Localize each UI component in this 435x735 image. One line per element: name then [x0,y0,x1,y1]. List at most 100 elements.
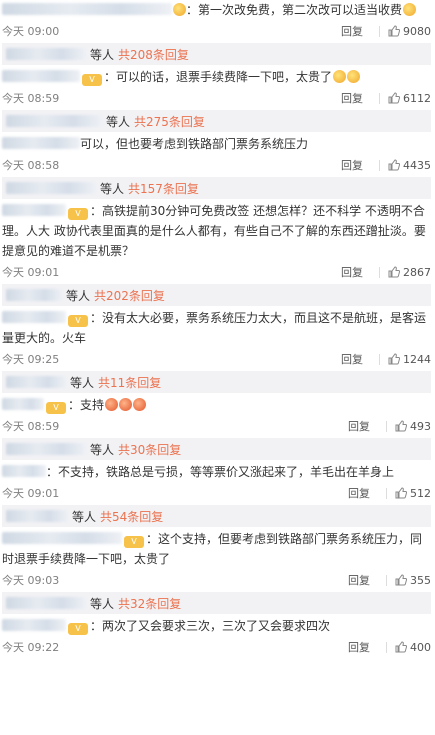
username-blurred[interactable] [2,204,66,216]
reply-button[interactable]: 回复 [341,264,363,280]
comment-feed: ：第一次改免费，第二次改可以适当收费 今天 09:00 回复 9080 等人 共2… [0,0,435,658]
comment-body: V ：支持 [2,395,431,415]
like-count: 493 [410,419,431,433]
comment-body: V ：两次了又会要求三次，三次了又会要求四次 [2,616,431,636]
comment-meta: 今天 09:01 回复 512 [2,482,431,504]
reply-thread-bar[interactable]: 等人 共54条回复 [2,505,431,527]
thumbs-up-icon [395,487,407,499]
like-button[interactable]: 2867 [388,266,431,279]
comment-item: ：第一次改免费，第二次改可以适当收费 今天 09:00 回复 9080 等人 共2… [0,0,435,65]
comment-meta: 今天 09:22 回复 400 [2,636,431,658]
reply-count-link[interactable]: 共275条回复 [134,113,205,130]
like-button[interactable]: 1244 [388,353,431,366]
comment-item: V ：没有太大必要，票务系统压力太大，而且这不是航班，是客运量更大的。火车 今天 … [0,308,435,393]
vip-badge-icon: V [68,315,88,327]
username-blurred[interactable] [2,3,172,15]
thumbs-up-icon [388,266,400,278]
reply-count-link[interactable]: 共54条回复 [100,508,163,525]
like-count: 512 [410,486,431,500]
thread-prefix: 等人 [90,442,115,457]
comment-item: 可以，但也要考虑到铁路部门票务系统压力 今天 08:58 回复 4435 等人共… [0,134,435,199]
reply-count-link[interactable]: 共11条回复 [98,374,161,391]
thread-prefix: 等人 [70,375,95,390]
like-button[interactable]: 355 [395,574,431,587]
divider [386,420,387,432]
reply-count-link[interactable]: 共32条回复 [118,595,181,612]
thumbs-up-icon [395,574,407,586]
vip-badge-icon: V [124,536,144,548]
comment-meta: 今天 09:25 回复 1244 [2,348,431,370]
reply-button[interactable]: 回复 [348,639,370,655]
divider [379,92,380,104]
emoji-icon [105,398,119,411]
thumbs-up-icon [395,641,407,653]
vip-badge-icon: V [82,74,102,86]
thread-prefix: 等人 [100,181,125,196]
comment-text: ：可以的话，退票手续费降一下吧，太贵了 [104,70,333,84]
divider [386,574,387,586]
thumbs-up-icon [388,353,400,365]
reply-button[interactable]: 回复 [348,418,370,434]
divider [379,266,380,278]
thread-prefix: 等人 [90,596,115,611]
reply-thread-bar[interactable]: 等人 共11条回复 [2,371,431,393]
divider [379,159,380,171]
comment-meta: 今天 08:58 回复 4435 [2,154,431,176]
username-blurred[interactable] [2,619,66,631]
thumbs-up-icon [395,420,407,432]
comment-meta: 今天 08:59 回复 6112 [2,87,431,109]
like-button[interactable]: 6112 [388,92,431,105]
thumbs-up-icon [388,25,400,37]
username-blurred[interactable] [2,137,80,149]
like-button[interactable]: 493 [395,420,431,433]
reply-count-link[interactable]: 共157条回复 [128,180,199,197]
reply-button[interactable]: 回复 [348,485,370,501]
reply-button[interactable]: 回复 [341,23,363,39]
reply-thread-bar[interactable]: 等人 共30条回复 [2,438,431,460]
reply-button[interactable]: 回复 [348,572,370,588]
reply-thread-bar[interactable]: 等人 共157条回复 [2,177,431,199]
like-button[interactable]: 9080 [388,25,431,38]
username-blurred[interactable] [2,532,122,544]
comment-item: V ：可以的话，退票手续费降一下吧，太贵了 今天 08:59 回复 6112 等人… [0,67,435,132]
timestamp: 今天 09:01 [2,266,60,279]
reply-thread-bar[interactable]: 等人 共275条回复 [2,110,431,132]
reply-count-link[interactable]: 共202条回复 [94,287,165,304]
username-blurred[interactable] [2,465,46,477]
divider [379,353,380,365]
username-blurred[interactable] [2,311,66,323]
comment-text: ：第一次改免费，第二次改可以适当收费 [186,3,403,17]
like-button[interactable]: 400 [395,641,431,654]
reply-button[interactable]: 回复 [341,90,363,106]
like-count: 9080 [403,24,431,38]
reply-count-link[interactable]: 共30条回复 [118,441,181,458]
reply-thread-bar[interactable]: 等人 共202条回复 [2,284,431,306]
thread-prefix: 等人 [106,114,131,129]
comment-item: V ：高铁提前30分钟可免费改签 还想怎样？还不科学 不透明不合理。人大 政协代表… [0,201,435,306]
comment-item: ：不支持，铁路总是亏损，等等票价又涨起来了，羊毛出在羊身上 今天 09:01 回… [0,462,435,527]
username-blurred[interactable] [2,70,80,82]
reply-button[interactable]: 回复 [341,351,363,367]
comment-item: V ：两次了又会要求三次，三次了又会要求四次 今天 09:22 回复 400 [0,616,435,658]
divider [386,641,387,653]
replier-names-blurred [6,115,102,127]
username-blurred[interactable] [2,398,44,410]
like-button[interactable]: 4435 [388,159,431,172]
reply-button[interactable]: 回复 [341,157,363,173]
comment-text: ：支持 [68,398,105,412]
like-button[interactable]: 512 [395,487,431,500]
timestamp: 今天 09:22 [2,641,60,654]
divider [379,25,380,37]
reply-count-link[interactable]: 共208条回复 [118,46,189,63]
timestamp: 今天 09:25 [2,353,60,366]
timestamp: 今天 08:59 [2,92,60,105]
replier-names-blurred [6,597,86,609]
comment-body: ：第一次改免费，第二次改可以适当收费 [2,0,431,20]
reply-thread-bar[interactable]: 等人 共32条回复 [2,592,431,614]
comment-text: 可以，但也要考虑到铁路部门票务系统压力 [80,137,309,151]
timestamp: 今天 09:01 [2,487,60,500]
comment-body: V ：这个支持，但要考虑到铁路部门票务系统压力，同时退票手续费降一下吧，太贵了 [2,529,431,569]
reply-thread-bar[interactable]: 等人 共208条回复 [2,43,431,65]
comment-body: ：不支持，铁路总是亏损，等等票价又涨起来了，羊毛出在羊身上 [2,462,431,482]
thread-prefix: 等人 [72,509,97,524]
